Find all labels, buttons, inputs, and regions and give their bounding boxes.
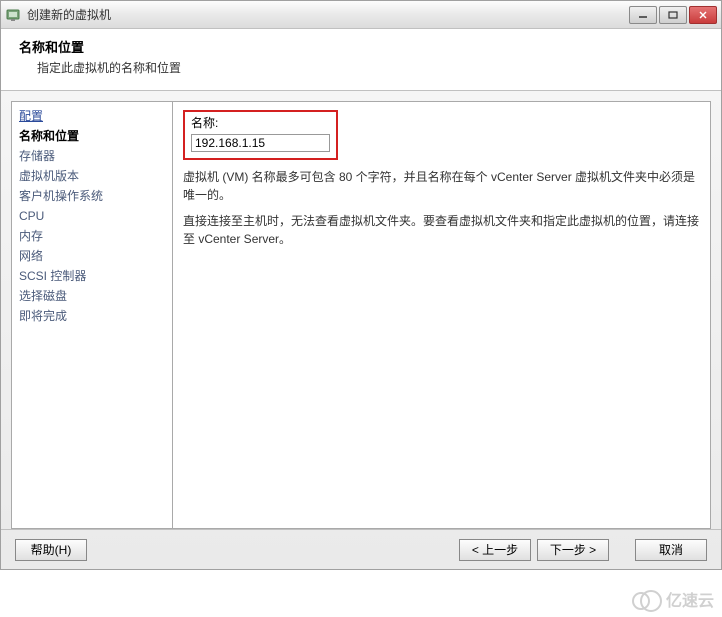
footer-right: < 上一步 下一步 > 取消 bbox=[459, 539, 707, 561]
sidebar-item-finish: 即将完成 bbox=[15, 306, 169, 326]
sidebar-item-storage: 存储器 bbox=[15, 146, 169, 166]
wizard-body: 配置 名称和位置 存储器 虚拟机版本 客户机操作系统 CPU 内存 网络 SCS… bbox=[1, 91, 721, 529]
sidebar-item-cpu: CPU bbox=[15, 206, 169, 226]
sidebar-item-guest-os: 客户机操作系统 bbox=[15, 186, 169, 206]
sidebar-item-config[interactable]: 配置 bbox=[15, 106, 169, 126]
cancel-button[interactable]: 取消 bbox=[635, 539, 707, 561]
window-controls bbox=[629, 6, 717, 24]
sidebar-item-disk: 选择磁盘 bbox=[15, 286, 169, 306]
watermark-text: 亿速云 bbox=[666, 587, 714, 611]
page-subtitle: 指定此虚拟机的名称和位置 bbox=[13, 59, 709, 76]
minimize-button[interactable] bbox=[629, 6, 657, 24]
wizard-header: 名称和位置 指定此虚拟机的名称和位置 bbox=[1, 29, 721, 91]
titlebar: 创建新的虚拟机 bbox=[1, 1, 721, 29]
sidebar-item-scsi: SCSI 控制器 bbox=[15, 266, 169, 286]
sidebar-item-network: 网络 bbox=[15, 246, 169, 266]
wizard-steps: 配置 名称和位置 存储器 虚拟机版本 客户机操作系统 CPU 内存 网络 SCS… bbox=[11, 101, 173, 529]
page-title: 名称和位置 bbox=[13, 37, 709, 56]
sidebar-item-name-location[interactable]: 名称和位置 bbox=[15, 126, 169, 146]
next-button[interactable]: 下一步 > bbox=[537, 539, 609, 561]
info-text-1: 虚拟机 (VM) 名称最多可包含 80 个字符，并且名称在每个 vCenter … bbox=[183, 168, 700, 204]
close-button[interactable] bbox=[689, 6, 717, 24]
info-text-2: 直接连接至主机时，无法查看虚拟机文件夹。要查看虚拟机文件夹和指定此虚拟机的位置，… bbox=[183, 212, 700, 248]
main-panel: 名称: 虚拟机 (VM) 名称最多可包含 80 个字符，并且名称在每个 vCen… bbox=[173, 101, 711, 529]
cloud-icon bbox=[632, 590, 662, 608]
name-field-group: 名称: bbox=[183, 110, 338, 160]
sidebar-item-vm-version: 虚拟机版本 bbox=[15, 166, 169, 186]
sidebar-item-memory: 内存 bbox=[15, 226, 169, 246]
name-input[interactable] bbox=[191, 134, 330, 152]
help-button[interactable]: 帮助(H) bbox=[15, 539, 87, 561]
window-title: 创建新的虚拟机 bbox=[27, 6, 629, 23]
back-button[interactable]: < 上一步 bbox=[459, 539, 531, 561]
watermark: 亿速云 bbox=[632, 587, 714, 611]
name-label: 名称: bbox=[191, 114, 330, 131]
maximize-button[interactable] bbox=[659, 6, 687, 24]
dialog-window: 创建新的虚拟机 名称和位置 指定此虚拟机的名称和位置 配置 名称和位置 存储器 … bbox=[0, 0, 722, 570]
wizard-footer: 帮助(H) < 上一步 下一步 > 取消 bbox=[1, 529, 721, 569]
app-icon bbox=[5, 7, 21, 23]
